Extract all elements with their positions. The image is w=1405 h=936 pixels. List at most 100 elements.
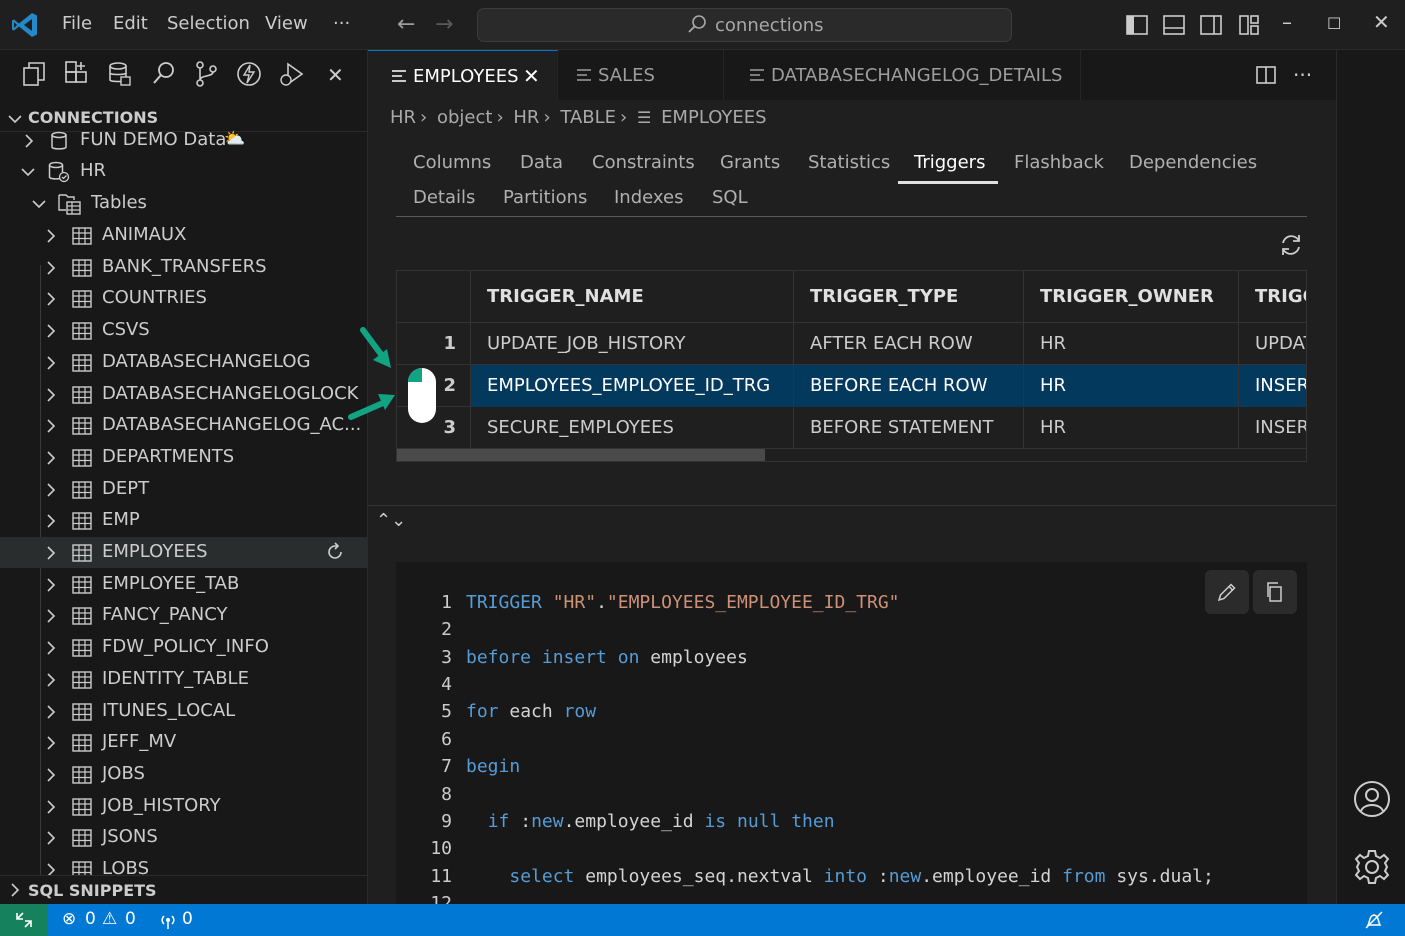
panel-divider[interactable] (368, 505, 1336, 506)
table-cell[interactable]: HR (1024, 323, 1239, 364)
table-cell[interactable]: AFTER EACH ROW (794, 323, 1024, 364)
table-cell[interactable]: SECURE_EMPLOYEES (471, 407, 794, 448)
subtab-columns[interactable]: Columns (413, 152, 491, 173)
table-item[interactable]: DEPARTMENTS (0, 442, 367, 473)
table-item[interactable]: COUNTRIES (0, 283, 367, 314)
table-item[interactable]: EMPLOYEE_TAB (0, 569, 367, 600)
toggle-primary-sidebar-icon[interactable] (1125, 13, 1149, 37)
ports-count[interactable]: 0 (182, 909, 193, 929)
subtab-flashback[interactable]: Flashback (1014, 152, 1104, 173)
split-editor-icon[interactable] (1256, 65, 1276, 85)
table-item[interactable]: DATABASECHANGELOG_AC... (0, 410, 367, 441)
menu-edit[interactable]: Edit (113, 13, 148, 34)
table-row[interactable]: 2 EMPLOYEES_EMPLOYEE_ID_TRG BEFORE EACH … (397, 365, 1306, 407)
forward-arrow-icon[interactable]: → (435, 12, 453, 37)
table-item[interactable]: DATABASECHANGELOGLOCK (0, 379, 367, 410)
breadcrumb-item[interactable]: TABLE (560, 107, 616, 128)
table-cell[interactable]: EMPLOYEES_EMPLOYEE_ID_TRG (471, 365, 794, 406)
subtab-sql[interactable]: SQL (712, 187, 748, 208)
table-cell[interactable]: HR (1024, 365, 1239, 406)
back-arrow-icon[interactable]: ← (397, 12, 415, 37)
command-center-search[interactable]: connections (477, 8, 1012, 42)
table-cell[interactable]: INSER (1239, 365, 1306, 406)
breadcrumb-item[interactable]: object (437, 107, 492, 128)
more-actions-icon[interactable]: ··· (1293, 63, 1312, 87)
table-item[interactable]: ANIMAUX (0, 220, 367, 251)
subtab-partitions[interactable]: Partitions (503, 187, 587, 208)
maximize-icon[interactable]: ☐ (1327, 14, 1341, 33)
menu-selection[interactable]: Selection (167, 13, 250, 34)
breadcrumb-item[interactable]: EMPLOYEES (661, 107, 767, 128)
account-icon[interactable] (1353, 780, 1391, 818)
collapse-expand-icon[interactable]: ⌃⌄ (376, 510, 406, 531)
error-icon[interactable]: ⊗ (62, 909, 76, 929)
table-item[interactable]: FDW_POLICY_INFO (0, 632, 367, 663)
warning-count[interactable]: 0 (125, 909, 136, 929)
breadcrumb-item[interactable]: HR (390, 107, 416, 128)
ports-icon[interactable] (158, 912, 178, 930)
table-cell[interactable]: BEFORE EACH ROW (794, 365, 1024, 406)
column-header[interactable]: TRIGG (1239, 271, 1306, 322)
copy-button[interactable] (1253, 570, 1297, 614)
menu-file[interactable]: File (62, 13, 92, 34)
table-item[interactable]: FANCY_PANCY (0, 600, 367, 631)
horizontal-scrollbar[interactable] (397, 449, 765, 461)
table-item[interactable]: ITUNES_LOCAL (0, 696, 367, 727)
table-item[interactable]: JOBS (0, 759, 367, 790)
refresh-icon[interactable] (1278, 232, 1304, 258)
tab-employees[interactable]: EMPLOYEES ✕ (368, 50, 558, 100)
column-header[interactable]: TRIGGER_TYPE (794, 271, 1024, 322)
table-cell[interactable]: INSER (1239, 407, 1306, 448)
subtab-grants[interactable]: Grants (720, 152, 780, 173)
tab-databasechangelog-details[interactable]: DATABASECHANGELOG_DETAILS (724, 50, 1081, 100)
table-item-label: EMPLOYEES (102, 541, 208, 562)
edit-button[interactable] (1205, 570, 1249, 614)
table-cell[interactable]: UPDATE_JOB_HISTORY (471, 323, 794, 364)
table-item[interactable]: DATABASECHANGELOG (0, 347, 367, 378)
warning-icon[interactable]: ⚠ (102, 909, 117, 929)
refresh-icon[interactable] (325, 542, 345, 562)
table-item[interactable]: IDENTITY_TABLE (0, 664, 367, 695)
table-item[interactable]: JOB_HISTORY (0, 791, 367, 822)
table-cell[interactable]: BEFORE STATEMENT (794, 407, 1024, 448)
table-item-label: DATABASECHANGELOGLOCK (102, 382, 359, 404)
toggle-secondary-sidebar-icon[interactable] (1199, 13, 1223, 37)
trigger-source-code[interactable]: 1 TRIGGER "HR"."EMPLOYEES_EMPLOYEE_ID_TRG… (396, 562, 1307, 904)
table-item[interactable]: CSVS (0, 315, 367, 346)
error-count[interactable]: 0 (85, 909, 96, 929)
table-cell[interactable]: HR (1024, 407, 1239, 448)
table-item[interactable]: LOBS (0, 854, 367, 875)
table-item[interactable]: JSONS (0, 822, 367, 853)
menu-more[interactable]: ··· (333, 13, 350, 34)
close-tab-icon[interactable]: ✕ (523, 64, 540, 88)
table-row[interactable]: 3 SECURE_EMPLOYEES BEFORE STATEMENT HR I… (397, 407, 1306, 449)
subtab-indexes[interactable]: Indexes (614, 187, 683, 208)
notifications-icon[interactable] (1364, 910, 1384, 930)
gear-icon[interactable] (1353, 848, 1391, 886)
menu-view[interactable]: View (265, 13, 308, 34)
tab-sales[interactable]: SALES (558, 50, 724, 100)
subtab-constraints[interactable]: Constraints (592, 152, 695, 173)
table-item[interactable]: EMPLOYEES (0, 537, 367, 568)
table-row[interactable]: 1 UPDATE_JOB_HISTORY AFTER EACH ROW HR U… (397, 323, 1306, 365)
customize-layout-icon[interactable] (1237, 13, 1261, 37)
minimize-icon[interactable]: – (1282, 10, 1292, 34)
table-item[interactable]: EMP (0, 505, 367, 536)
remote-indicator[interactable] (0, 904, 48, 936)
subtab-triggers[interactable]: Triggers (914, 152, 985, 173)
subtab-dependencies[interactable]: Dependencies (1129, 152, 1257, 173)
subtab-data[interactable]: Data (520, 152, 563, 173)
column-header[interactable]: TRIGGER_NAME (471, 271, 794, 322)
table-item[interactable]: JEFF_MV (0, 727, 367, 758)
toggle-panel-icon[interactable] (1162, 13, 1186, 37)
table-item[interactable]: BANK_TRANSFERS (0, 252, 367, 283)
code-token: into (823, 866, 868, 887)
close-window-icon[interactable]: ✕ (1373, 10, 1390, 34)
table-item[interactable]: DEPT (0, 474, 367, 505)
sql-snippets-header[interactable]: SQL SNIPPETS (0, 875, 368, 904)
breadcrumb-item[interactable]: HR (513, 107, 539, 128)
table-cell[interactable]: UPDAT (1239, 323, 1306, 364)
column-header[interactable]: TRIGGER_OWNER (1024, 271, 1239, 322)
subtab-details[interactable]: Details (413, 187, 475, 208)
subtab-statistics[interactable]: Statistics (808, 152, 890, 173)
